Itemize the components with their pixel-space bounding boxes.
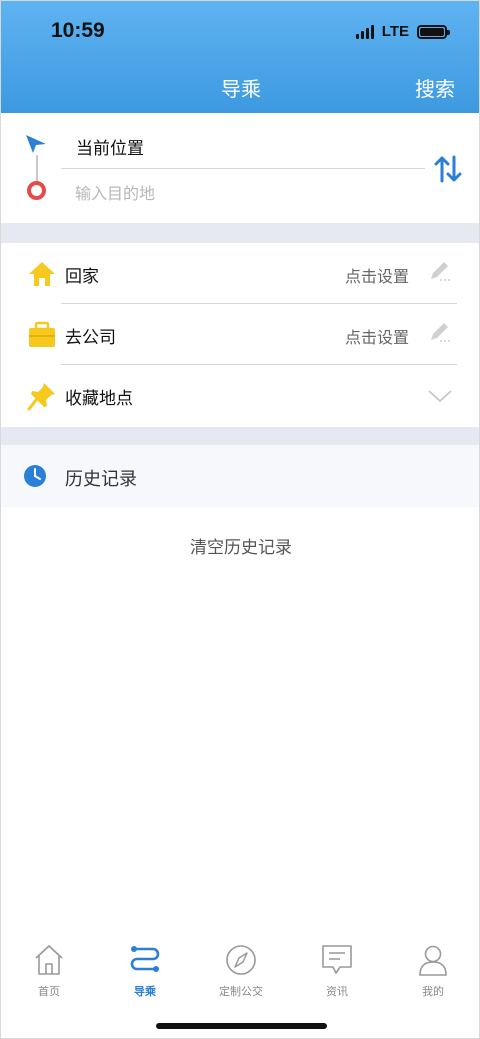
destination-input[interactable] (75, 179, 415, 207)
route-icon (130, 946, 160, 972)
history-title: 历史记录 (65, 469, 137, 490)
compass-icon (226, 945, 256, 975)
tab-label: 首页 (38, 985, 60, 998)
app-screen: 10:59 LTE 导乘 搜索 当前位置 回家 点击设置 (0, 0, 480, 1039)
clear-history-button[interactable]: 清空历史记录 (1, 533, 479, 558)
edit-pencil-icon[interactable] (427, 259, 451, 283)
favorite-places-label: 收藏地点 (65, 389, 133, 409)
go-company-row[interactable]: 去公司 点击设置 (1, 304, 479, 364)
route-connector (36, 155, 38, 181)
tab-label: 我的 (422, 985, 444, 998)
tab-profile[interactable]: 我的 (385, 931, 479, 1003)
battery-icon (417, 24, 450, 39)
route-divider (61, 168, 425, 169)
tab-label: 导乘 (134, 985, 156, 998)
go-company-label: 去公司 (65, 328, 116, 348)
go-home-row[interactable]: 回家 点击设置 (1, 243, 479, 303)
status-time: 10:59 (51, 19, 105, 42)
current-location[interactable]: 当前位置 (76, 134, 144, 159)
go-home-hint: 点击设置 (344, 267, 409, 286)
clock-icon (24, 465, 46, 487)
search-button[interactable]: 搜索 (415, 73, 455, 102)
history-header: 历史记录 (1, 445, 479, 507)
header: 10:59 LTE 导乘 搜索 (1, 1, 479, 113)
network-type: LTE (381, 23, 409, 40)
go-company-hint: 点击设置 (344, 328, 409, 347)
user-icon (419, 945, 447, 976)
house-icon (35, 945, 63, 975)
briefcase-icon (29, 321, 55, 347)
home-icon (29, 262, 55, 286)
tab-home[interactable]: 首页 (1, 931, 97, 1003)
page-title: 导乘 (221, 77, 261, 101)
chevron-down-icon[interactable] (427, 389, 453, 403)
destination-marker-icon (27, 181, 46, 200)
navigation-arrow-icon (26, 135, 46, 153)
favorite-places-row[interactable]: 收藏地点 (1, 365, 479, 425)
edit-pencil-icon[interactable] (427, 320, 451, 344)
tab-navigation[interactable]: 导乘 (97, 931, 193, 1003)
home-indicator (156, 1023, 327, 1029)
go-home-label: 回家 (65, 267, 99, 287)
tab-label: 定制公交 (219, 985, 263, 998)
status-indicators: LTE (355, 23, 450, 40)
section-gap (1, 427, 479, 445)
signal-icon (355, 24, 374, 39)
message-icon (322, 945, 352, 974)
tab-custom-bus[interactable]: 定制公交 (193, 931, 289, 1003)
swap-direction-icon[interactable] (433, 153, 463, 185)
tab-bar: 首页 导乘 定制公交 资讯 我的 (1, 931, 479, 1003)
pushpin-icon (27, 383, 55, 411)
section-gap (1, 223, 479, 243)
tab-label: 资讯 (326, 985, 348, 998)
tab-news[interactable]: 资讯 (289, 931, 385, 1003)
